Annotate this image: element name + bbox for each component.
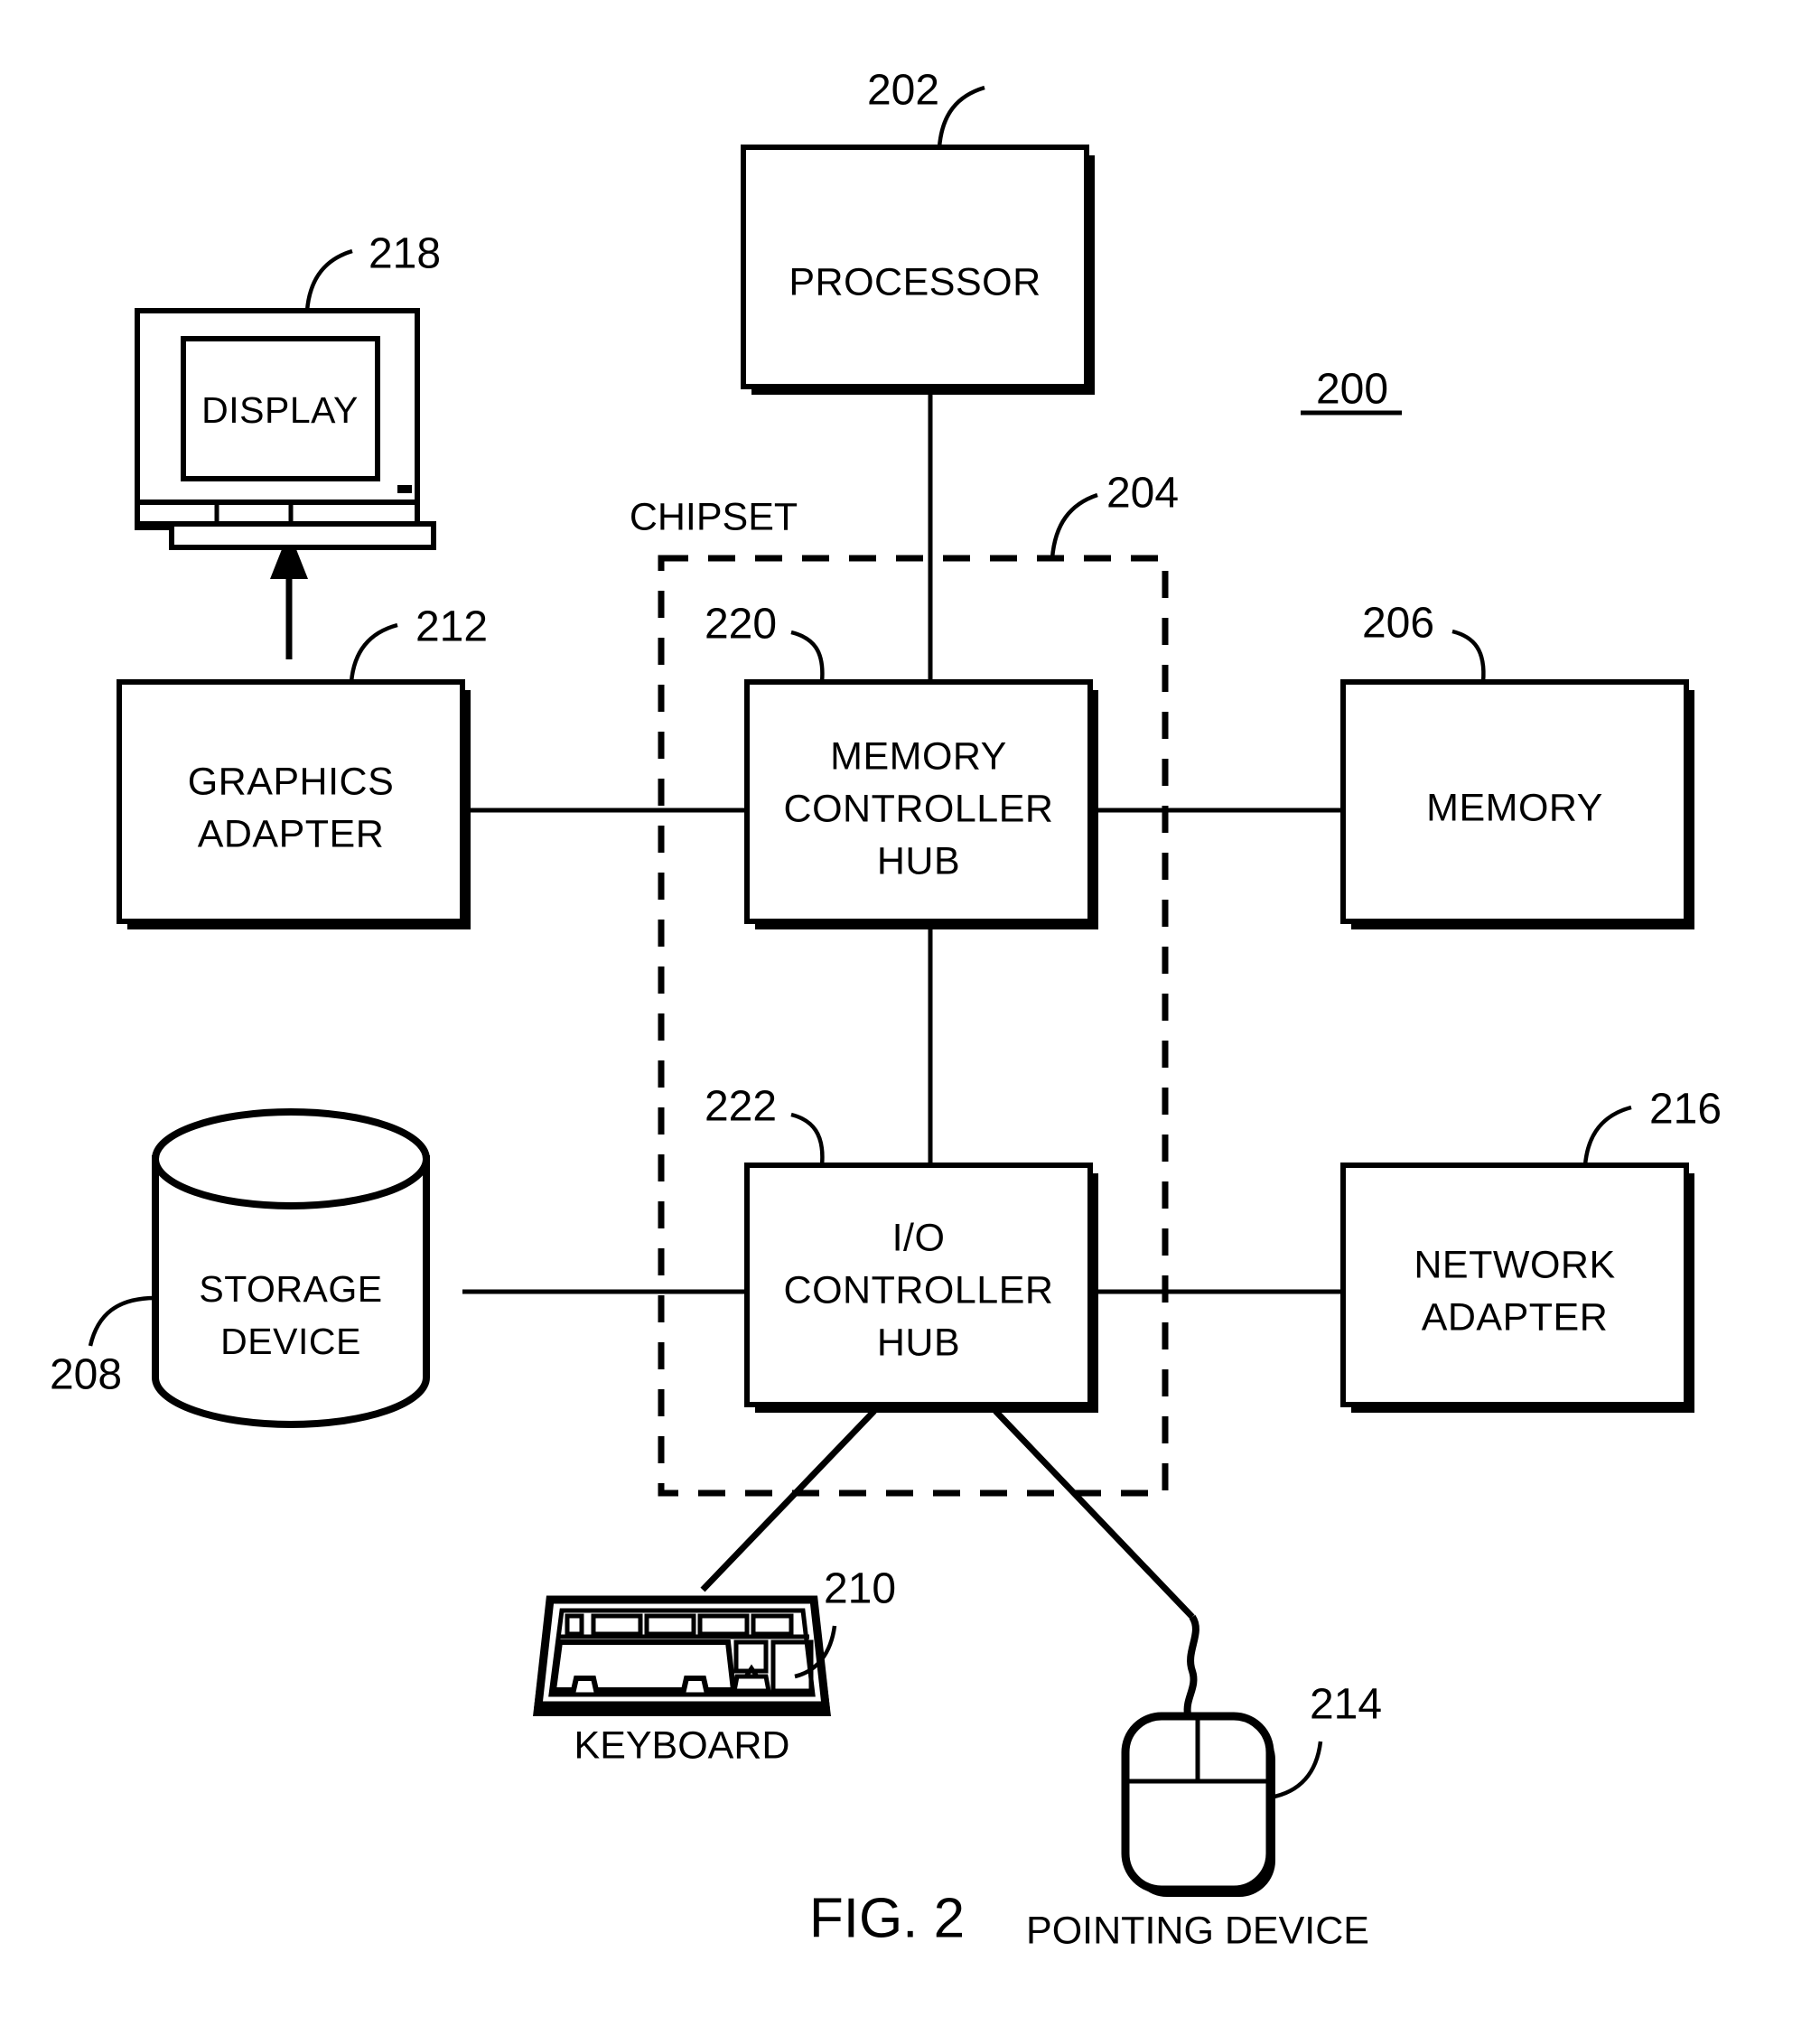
leader-206: [1451, 629, 1486, 683]
device-storage: STORAGE DEVICE 208: [50, 1108, 430, 1428]
ref-222: 222: [705, 1083, 777, 1131]
leader-218: [304, 248, 353, 312]
ref-220: 220: [705, 601, 777, 649]
block-network-adapter: NETWORK ADAPTER 216: [1340, 1086, 1722, 1413]
block-memory-controller-hub: MEMORY CONTROLLER HUB 220: [705, 601, 1098, 929]
display-base-upper: [135, 500, 420, 527]
connections: [270, 393, 1343, 1620]
block-io-controller-hub: I/O CONTROLLER HUB 222: [705, 1083, 1098, 1413]
ref-216: 216: [1649, 1086, 1722, 1134]
block-graphics-adapter: GRAPHICS ADAPTER 212: [117, 603, 488, 929]
ich-label-line-2: CONTROLLER: [784, 1268, 1054, 1312]
mch-label-line-1: MEMORY: [830, 734, 1007, 778]
graphics-label-line-2: ADAPTER: [198, 812, 385, 855]
device-pointing: POINTING DEVICE 214: [1026, 1614, 1382, 1952]
keyboard-label: KEYBOARD: [574, 1723, 790, 1767]
block-memory: MEMORY 206: [1340, 600, 1694, 929]
display-base-lower: [169, 521, 436, 550]
memory-label: MEMORY: [1426, 786, 1603, 829]
storage-cylinder-top: [152, 1108, 430, 1209]
ich-label-line-3: HUB: [877, 1321, 960, 1364]
leader-202: [937, 85, 985, 148]
network-label-line-1: NETWORK: [1414, 1243, 1615, 1286]
mouse-cable: [1183, 1614, 1199, 1715]
leader-214: [1269, 1741, 1323, 1800]
leader-220: [790, 630, 825, 683]
chipset-label: CHIPSET: [630, 495, 798, 538]
ref-206: 206: [1362, 600, 1434, 648]
figure-caption: FIG. 2: [809, 1887, 965, 1949]
system-ref-group: 200: [1301, 366, 1402, 416]
network-label-line-2: ADAPTER: [1422, 1295, 1609, 1339]
mch-label-line-3: HUB: [877, 839, 960, 882]
ref-214: 214: [1310, 1681, 1382, 1729]
ref-218: 218: [369, 230, 441, 278]
ref-204: 204: [1106, 470, 1179, 518]
ref-208: 208: [50, 1351, 122, 1399]
leader-216: [1582, 1105, 1632, 1166]
storage-label-line-2: DEVICE: [220, 1321, 361, 1362]
patent-figure: CHIPSET 204 200 PROCESSOR 202 MEMORY CON…: [0, 0, 1820, 2017]
mch-label-line-2: CONTROLLER: [784, 787, 1054, 830]
ref-212: 212: [415, 603, 488, 651]
device-display: DISPLAY 218: [135, 230, 441, 550]
storage-label-line-1: STORAGE: [199, 1268, 382, 1310]
display-power-indicator: [397, 485, 412, 493]
leader-222: [790, 1112, 825, 1166]
leader-208: [88, 1295, 156, 1347]
display-label: DISPLAY: [201, 389, 359, 431]
ref-202: 202: [867, 67, 939, 115]
ich-label-line-1: I/O: [892, 1216, 946, 1259]
figure-canvas: CHIPSET 204 200 PROCESSOR 202 MEMORY CON…: [50, 67, 1722, 1953]
device-keyboard: KEYBOARD 210: [533, 1565, 896, 1767]
block-processor: PROCESSOR 202: [741, 67, 1095, 395]
ref-200: 200: [1316, 366, 1388, 414]
ref-210: 210: [824, 1565, 896, 1613]
processor-label: PROCESSOR: [789, 260, 1041, 303]
leader-204: [1050, 492, 1098, 559]
graphics-label-line-1: GRAPHICS: [188, 760, 395, 803]
pointing-device-label: POINTING DEVICE: [1026, 1909, 1369, 1952]
leader-212: [349, 622, 398, 683]
connector-ich-keyboard: [700, 1408, 877, 1592]
